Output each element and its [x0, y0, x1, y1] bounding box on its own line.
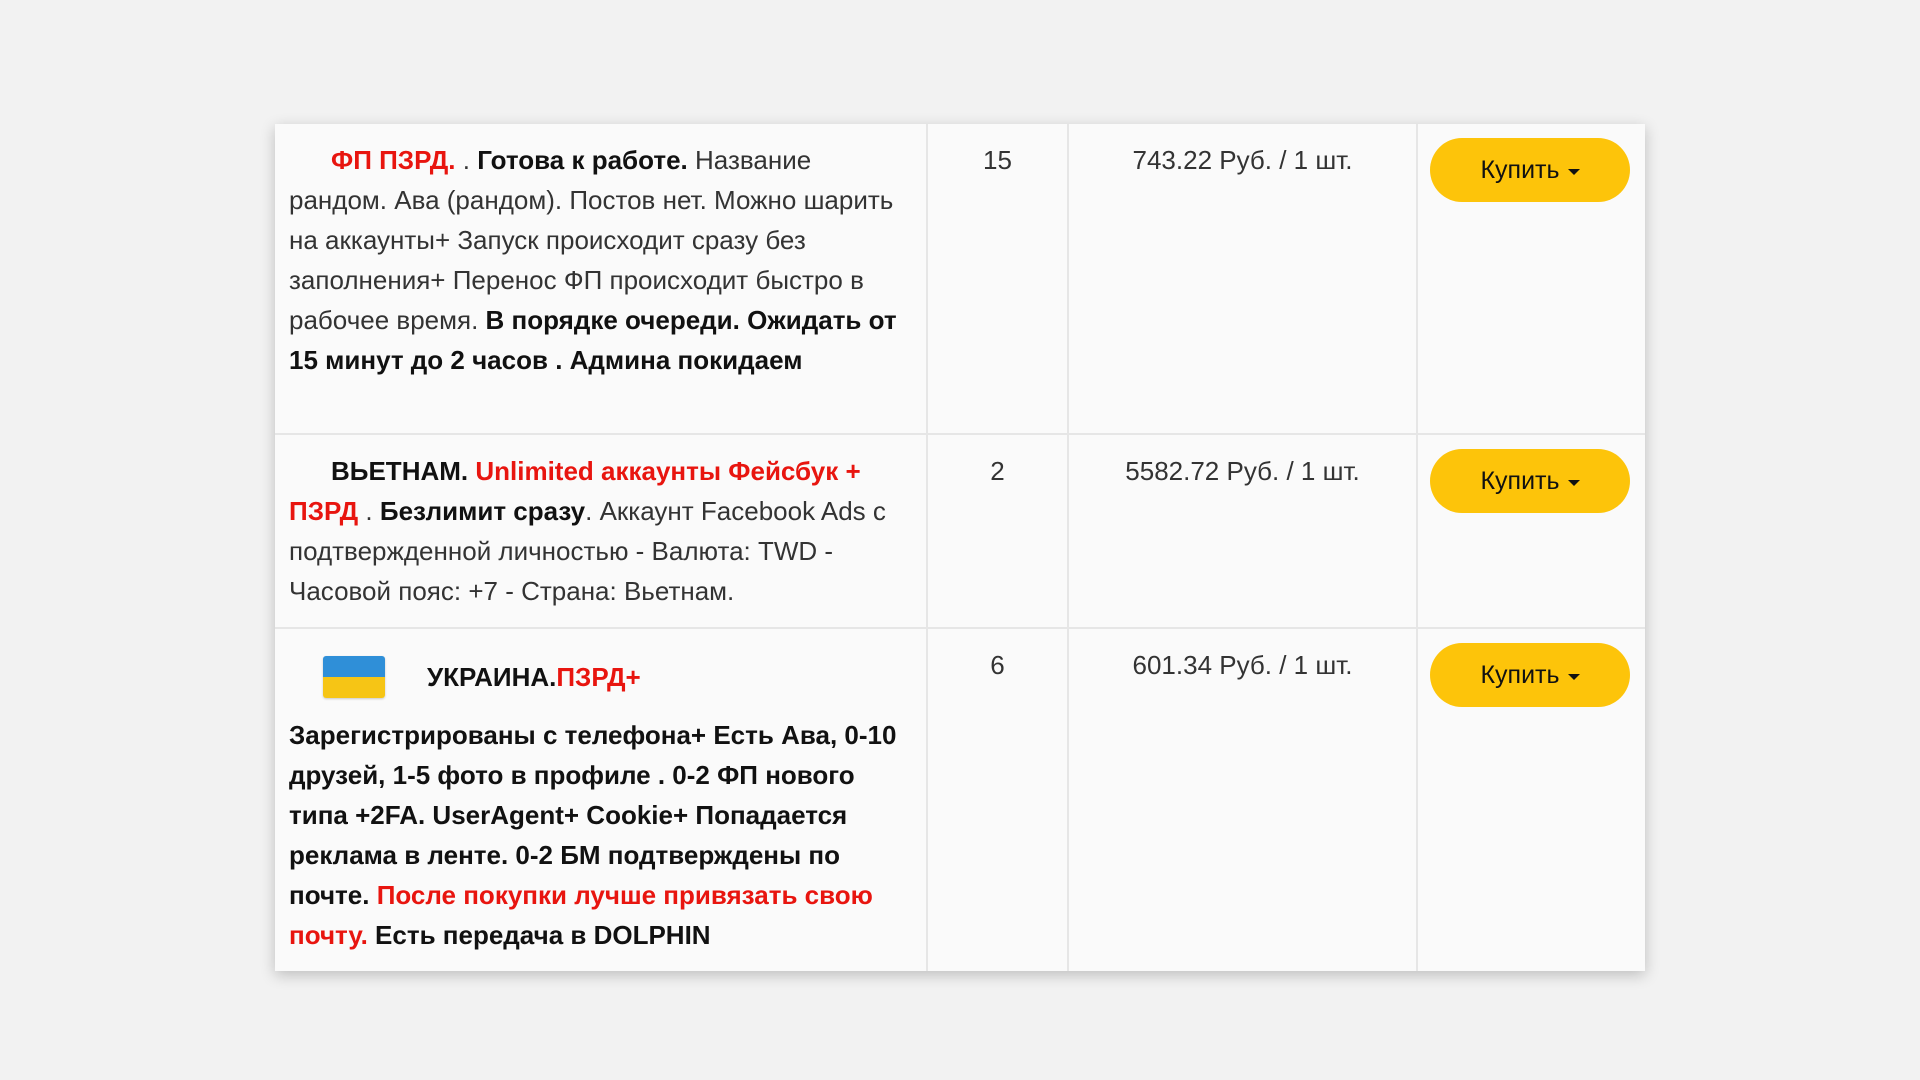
buy-cell: Купить — [1417, 628, 1645, 971]
buy-button[interactable]: Купить — [1430, 138, 1630, 202]
product-description: УКРАИНА. ПЗРД+ Зарегистрированы с телефо… — [275, 628, 928, 971]
product-quantity: 6 — [927, 628, 1069, 971]
ukraine-flag-icon — [323, 656, 385, 698]
buy-cell: Купить — [1417, 124, 1645, 434]
buy-button[interactable]: Купить — [1430, 643, 1630, 707]
caret-down-icon — [1567, 673, 1580, 680]
products-table-card: ФП ПЗРД. . Готова к работе. Название ран… — [275, 124, 1645, 971]
product-title: ВЬЕТНАМ. — [331, 456, 476, 486]
caret-down-icon — [1567, 168, 1580, 175]
table-row: УКРАИНА. ПЗРД+ Зарегистрированы с телефо… — [275, 628, 1645, 971]
product-price: 601.34 Руб. / 1 шт. — [1068, 628, 1418, 971]
caret-down-icon — [1567, 479, 1580, 486]
product-description: ВЬЕТНАМ. Unlimited аккаунты Фейсбук + ПЗ… — [275, 434, 928, 628]
buy-button-label: Купить — [1480, 466, 1560, 495]
product-price: 5582.72 Руб. / 1 шт. — [1068, 434, 1418, 628]
product-title: УКРАИНА. — [427, 662, 557, 692]
product-quantity: 15 — [927, 124, 1069, 434]
product-price: 743.22 Руб. / 1 шт. — [1068, 124, 1418, 434]
buy-cell: Купить — [1417, 434, 1645, 628]
table-row: ВЬЕТНАМ. Unlimited аккаунты Фейсбук + ПЗ… — [275, 434, 1645, 628]
buy-button[interactable]: Купить — [1430, 449, 1630, 513]
product-description: ФП ПЗРД. . Готова к работе. Название ран… — [275, 124, 928, 434]
product-title: ФП ПЗРД. — [331, 145, 456, 175]
product-quantity: 2 — [927, 434, 1069, 628]
table-row: ФП ПЗРД. . Готова к работе. Название ран… — [275, 124, 1645, 434]
products-table: ФП ПЗРД. . Готова к работе. Название ран… — [275, 124, 1645, 971]
buy-button-label: Купить — [1480, 660, 1560, 689]
buy-button-label: Купить — [1480, 155, 1560, 184]
